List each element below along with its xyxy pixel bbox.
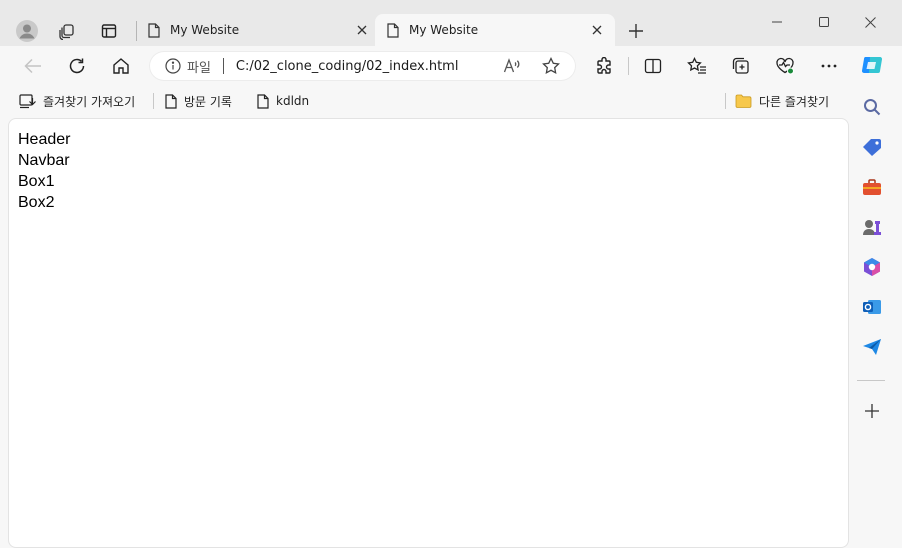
- bookmark-kdldn[interactable]: kdldn: [257, 91, 309, 111]
- maximize-icon[interactable]: [809, 7, 839, 37]
- tab-divider: [136, 21, 137, 41]
- back-icon[interactable]: [18, 51, 48, 81]
- folder-icon: [735, 94, 752, 108]
- browser-essentials-icon[interactable]: [770, 51, 800, 81]
- info-icon[interactable]: [165, 58, 181, 74]
- bookmark-divider: [153, 93, 154, 109]
- bookmark-label: kdldn: [276, 94, 310, 108]
- microsoft365-icon[interactable]: [858, 253, 886, 281]
- copilot-icon[interactable]: [858, 51, 886, 79]
- refresh-icon[interactable]: [62, 51, 92, 81]
- site-label: 파일: [187, 60, 211, 76]
- import-favorites-label: 즐겨찾기 가져오기: [43, 94, 136, 109]
- add-icon[interactable]: [858, 397, 886, 425]
- bookmark-history[interactable]: 방문 기록: [165, 91, 232, 111]
- tab-my-website-1[interactable]: My Website: [138, 14, 374, 46]
- box2-text: Box2: [18, 194, 55, 211]
- page-icon: [148, 22, 160, 38]
- other-favorites-button[interactable]: 다른 즐겨찾기: [735, 91, 829, 111]
- games-icon[interactable]: [858, 213, 886, 241]
- more-options-icon[interactable]: [814, 51, 844, 81]
- minimize-icon[interactable]: [762, 7, 792, 37]
- bookmark-label: 방문 기록: [184, 94, 232, 109]
- bookmark-divider: [725, 93, 726, 109]
- window-close-icon[interactable]: [855, 7, 885, 37]
- outlook-icon[interactable]: [858, 293, 886, 321]
- close-tab-icon[interactable]: [350, 18, 374, 42]
- page-icon: [165, 93, 177, 109]
- favorite-star-icon[interactable]: [536, 51, 566, 81]
- new-tab-icon[interactable]: [621, 16, 651, 46]
- sidebar-divider: [857, 380, 885, 381]
- navbar-text: Navbar: [18, 152, 70, 169]
- split-screen-icon[interactable]: [638, 51, 668, 81]
- box1-text: Box1: [18, 173, 55, 190]
- page-icon: [387, 22, 399, 38]
- page-icon: [257, 93, 269, 109]
- other-favorites-label: 다른 즐겨찾기: [759, 94, 830, 109]
- tab-title: My Website: [409, 23, 479, 37]
- tab-my-website-2[interactable]: My Website: [375, 14, 615, 46]
- tab-title: My Website: [170, 23, 240, 37]
- import-favorites-button[interactable]: 즐겨찾기 가져오기: [19, 91, 135, 111]
- import-favorites-icon: [19, 93, 36, 109]
- web-content: Header Navbar Box1 Box2: [8, 118, 849, 548]
- search-icon[interactable]: [858, 93, 886, 121]
- extensions-icon[interactable]: [589, 51, 619, 81]
- page-body: Header Navbar Box1 Box2: [18, 129, 70, 213]
- profile-avatar[interactable]: [12, 16, 42, 46]
- home-icon[interactable]: [106, 51, 136, 81]
- header-text: Header: [18, 131, 71, 148]
- send-icon[interactable]: [858, 333, 886, 361]
- toolbar-divider: [628, 57, 629, 75]
- close-tab-icon[interactable]: [585, 18, 609, 42]
- collections-icon[interactable]: [726, 51, 756, 81]
- tools-icon[interactable]: [858, 173, 886, 201]
- shopping-tag-icon[interactable]: [858, 133, 886, 161]
- address-separator: [222, 58, 224, 74]
- workspaces-icon[interactable]: [52, 16, 82, 46]
- url-text[interactable]: C:/02_clone_coding/02_index.html: [236, 59, 459, 74]
- favorites-icon[interactable]: [682, 51, 712, 81]
- read-aloud-icon[interactable]: [497, 51, 527, 81]
- vertical-tabs-icon[interactable]: [94, 16, 124, 46]
